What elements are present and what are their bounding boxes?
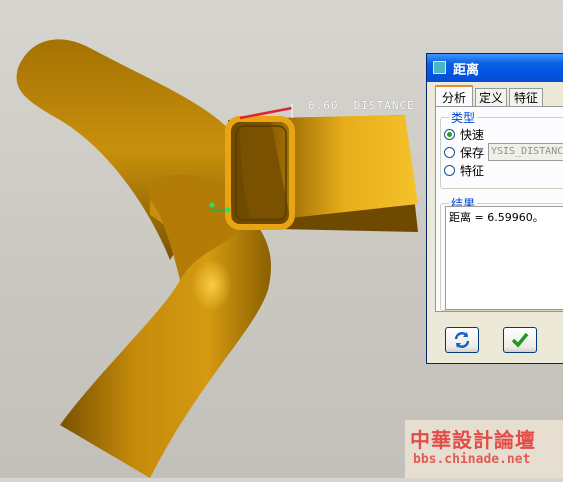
watermark-url: bbs.chinade.net [413, 452, 531, 467]
watermark-logo-text: 中華設計論壇 [410, 428, 536, 452]
radio-feature-label: 特征 [460, 164, 485, 178]
distance-dialog: 距离 分析 定义 特征 类型 快速 保存 特征 结果 YSIS_DISTANCE… [426, 53, 563, 364]
analysis-name-field[interactable]: YSIS_DISTANCE [488, 143, 563, 161]
tab-definition[interactable]: 定义 [475, 88, 507, 106]
dialog-titlebar[interactable]: 距离 [427, 54, 563, 82]
radio-quick-button[interactable] [444, 129, 455, 140]
refresh-icon [454, 332, 470, 348]
result-text-area[interactable]: 距离 = 6.59960。 [445, 206, 563, 310]
radio-save-button[interactable] [444, 147, 455, 158]
distance-dimension-label: 6.60 DISTANCE [308, 99, 415, 112]
radio-save-label: 保存 [460, 146, 485, 160]
type-group-label: 类型 [449, 109, 478, 126]
dialog-title: 距离 [453, 63, 480, 78]
radio-feature-button[interactable] [444, 165, 455, 176]
radio-quick-label: 快速 [460, 128, 485, 142]
checkmark-icon [511, 332, 529, 348]
dialog-app-icon [433, 61, 446, 74]
tab-analysis[interactable]: 分析 [435, 85, 473, 107]
ok-button[interactable] [503, 327, 537, 353]
result-text: 距离 = 6.59960。 [449, 211, 544, 224]
repeat-button[interactable] [445, 327, 479, 353]
tab-feature[interactable]: 特征 [509, 88, 543, 106]
